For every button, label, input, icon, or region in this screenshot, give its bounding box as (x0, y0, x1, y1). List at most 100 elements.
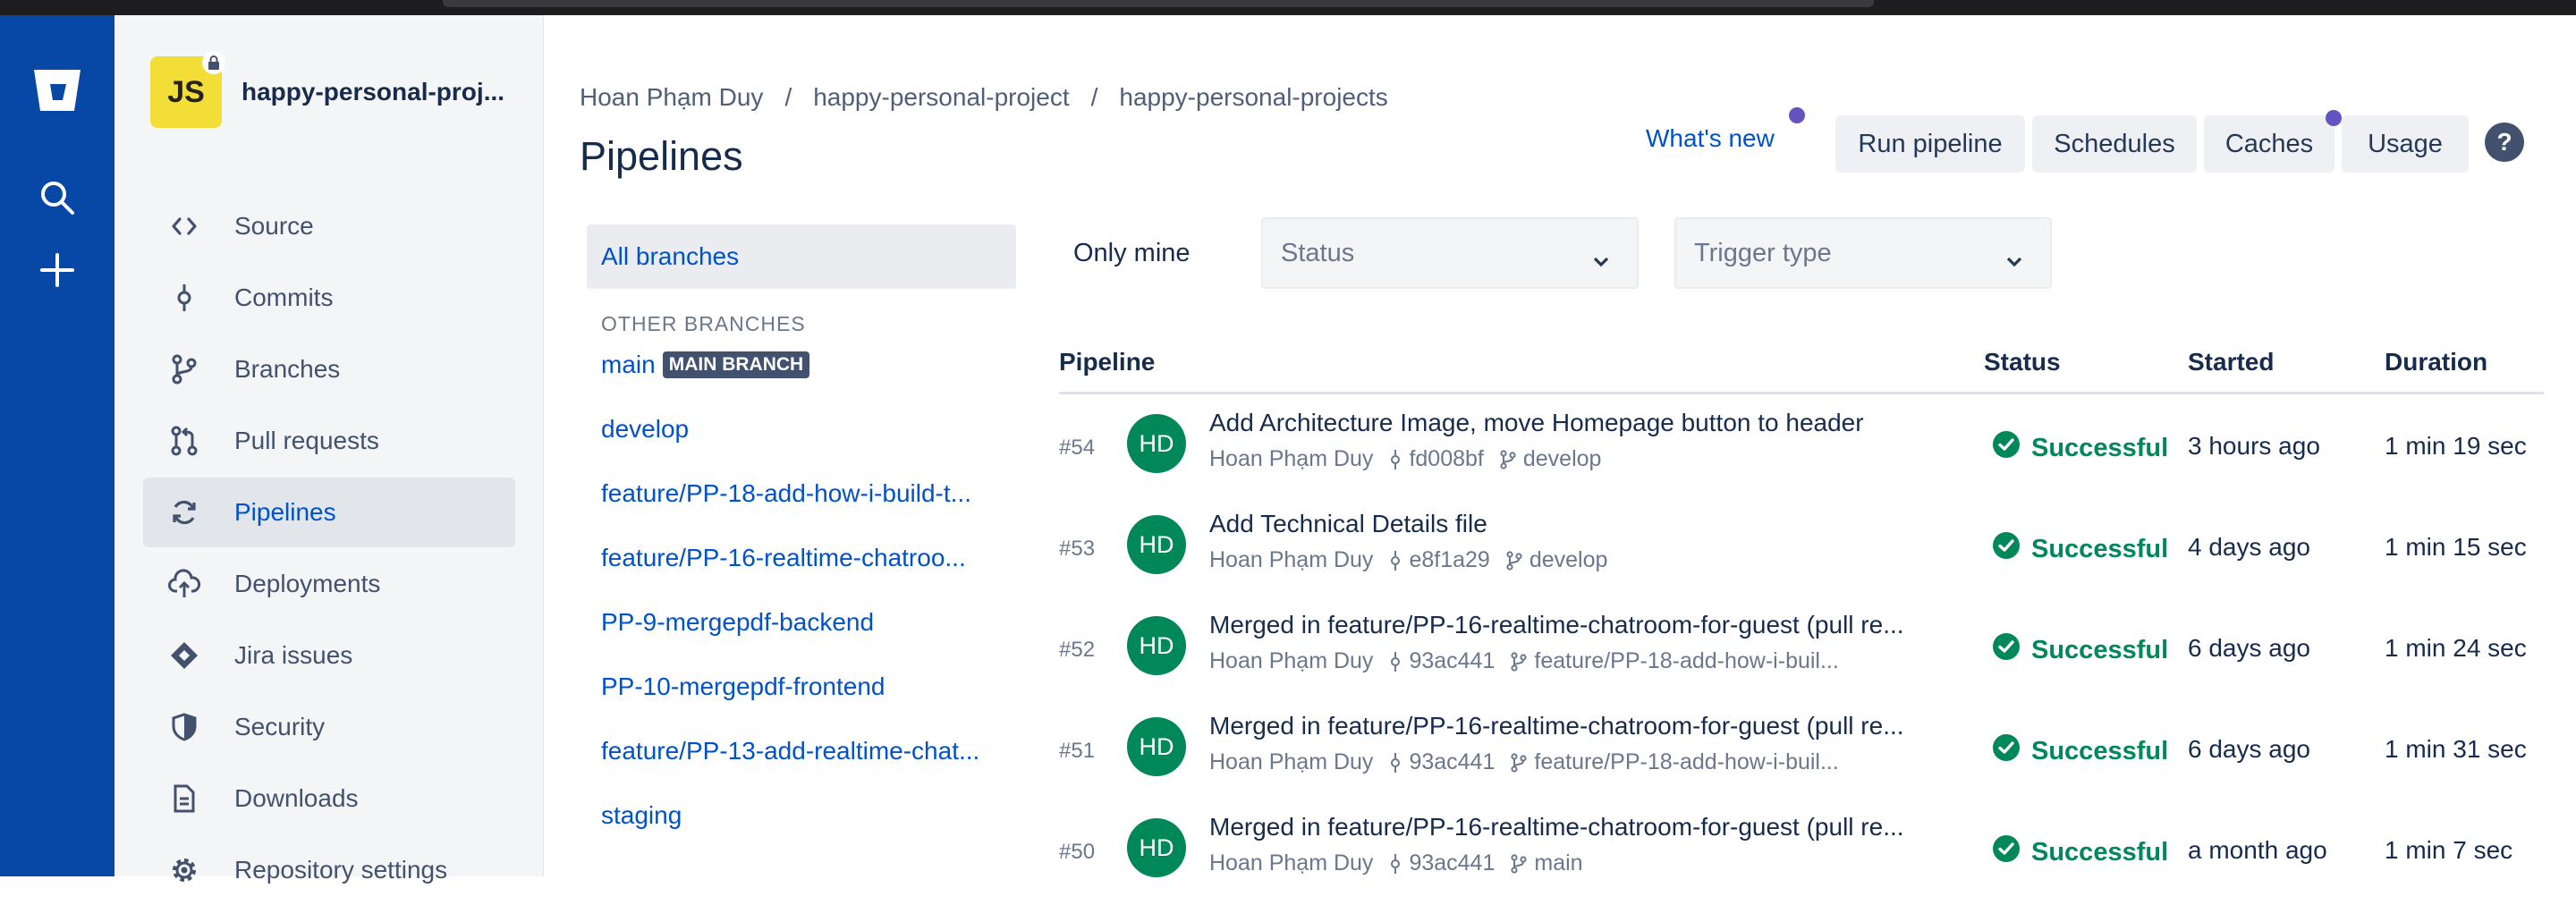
branch-item[interactable]: PP-10-mergepdf-frontend (601, 672, 1004, 701)
trigger-type-select[interactable]: Trigger type (1674, 217, 2052, 289)
pull-request-icon (163, 419, 206, 462)
branch-item[interactable]: staging (601, 801, 1004, 830)
branch-item[interactable]: PP-9-mergepdf-backend (601, 608, 1004, 637)
branch-icon (1506, 550, 1522, 571)
pipeline-row[interactable]: #54 HD Add Architecture Image, move Homepa… (1059, 396, 2544, 497)
duration-value: 1 min 24 sec (2385, 634, 2527, 662)
caches-button[interactable]: Caches (2204, 115, 2334, 173)
commit-hash[interactable]: 93ac441 (1409, 749, 1495, 775)
column-header-status: Status (1984, 348, 2061, 376)
pipeline-number[interactable]: #54 (1059, 436, 1095, 461)
column-header-duration: Duration (2385, 348, 2488, 376)
sidebar-item-label: Deployments (234, 570, 381, 597)
sidebar-item-source[interactable]: Source (143, 191, 515, 261)
status-label: Successful (2031, 635, 2169, 664)
commit-message[interactable]: Add Architecture Image, move Homepage bu… (1209, 409, 1961, 437)
sidebar-item-downloads[interactable]: Downloads (143, 764, 515, 833)
author-name: Hoan Phạm Duy (1209, 446, 1374, 471)
status-select-placeholder: Status (1281, 238, 1355, 267)
pipeline-number[interactable]: #50 (1059, 840, 1095, 865)
lock-icon (202, 51, 225, 74)
commit-hash[interactable]: 93ac441 (1409, 648, 1495, 674)
branch-icon (1500, 449, 1516, 469)
code-icon (163, 205, 206, 248)
plus-icon[interactable] (30, 243, 84, 297)
pipeline-number[interactable]: #51 (1059, 739, 1095, 764)
breadcrumb-item[interactable]: happy-personal-project (813, 83, 1069, 112)
branch-name[interactable]: develop (1530, 547, 1608, 573)
branch-name[interactable]: develop (1523, 446, 1602, 472)
whats-new-link[interactable]: What's new (1646, 124, 1775, 153)
branch-name[interactable]: feature/PP-18-add-how-i-buil... (1534, 749, 1838, 775)
pipelines-icon (163, 491, 206, 534)
check-circle-icon (1992, 733, 2021, 769)
branch-icon (1511, 651, 1527, 672)
commit-hash[interactable]: 93ac441 (1409, 850, 1495, 876)
branch-item[interactable]: develop (601, 415, 1004, 444)
breadcrumb-item[interactable]: happy-personal-projects (1119, 83, 1387, 112)
page-title: Pipelines (580, 133, 743, 179)
commit-hash[interactable]: e8f1a29 (1409, 547, 1489, 573)
commit-message[interactable]: Merged in feature/PP-16-realtime-chatroo… (1209, 712, 1961, 740)
sidebar-item-security[interactable]: Security (143, 692, 515, 762)
sidebar-item-label: Downloads (234, 784, 359, 812)
pipeline-number[interactable]: #53 (1059, 537, 1095, 562)
sidebar-item-commits[interactable]: Commits (143, 263, 515, 333)
pipeline-number[interactable]: #52 (1059, 638, 1095, 663)
sidebar-item-pipelines[interactable]: Pipelines (143, 478, 515, 547)
all-branches-item[interactable]: All branches (587, 224, 1016, 289)
sidebar-item-repository-settings[interactable]: Repository settings (143, 835, 515, 905)
status-badge: Successful (1992, 632, 2168, 668)
pipeline-row[interactable]: #53 HD Add Technical Details file Hoan Phạm… (1059, 497, 2544, 598)
window-notch (443, 0, 1874, 7)
run-pipeline-button[interactable]: Run pipeline (1835, 115, 2025, 173)
commit-message[interactable]: Add Technical Details file (1209, 510, 1961, 538)
avatar: HD (1127, 717, 1186, 776)
branch-item[interactable]: feature/PP-16-realtime-chatroo... (601, 544, 1004, 572)
author-name: Hoan Phạm Duy (1209, 547, 1374, 572)
pipeline-row[interactable]: #52 HD Merged in feature/PP-16-realtime-ch… (1059, 598, 2544, 699)
pipeline-meta: Hoan Phạm Duy 93ac441 main (1209, 850, 1583, 876)
sidebar-item-jira-issues[interactable]: Jira issues (143, 621, 515, 690)
pipeline-row[interactable]: #50 HD Merged in feature/PP-16-realtime-ch… (1059, 800, 2544, 901)
check-circle-icon (1992, 430, 2021, 466)
branch-item-main[interactable]: main MAIN BRANCH (601, 351, 1004, 379)
branch-filter-panel: All branches OTHER BRANCHES main MAIN BRA… (587, 224, 1016, 873)
search-icon[interactable] (30, 171, 84, 224)
pipeline-meta: Hoan Phạm Duy 93ac441 feature/PP-18-add-ho… (1209, 749, 1839, 775)
branch-item[interactable]: feature/PP-13-add-realtime-chat... (601, 737, 1004, 765)
status-label: Successful (2031, 433, 2169, 462)
branch-name[interactable]: feature/PP-18-add-how-i-buil... (1534, 648, 1838, 674)
bitbucket-logo-icon[interactable] (30, 64, 84, 118)
usage-button[interactable]: Usage (2342, 115, 2469, 173)
repo-header[interactable]: JS happy-personal-proj... (150, 51, 519, 128)
sidebar-item-pull-requests[interactable]: Pull requests (143, 406, 515, 476)
project-sidebar: JS happy-personal-proj... Source Commits… (114, 15, 544, 884)
schedules-button[interactable]: Schedules (2032, 115, 2197, 173)
sidebar-item-label: Pull requests (234, 427, 379, 454)
check-circle-icon (1992, 531, 2021, 567)
document-icon (163, 777, 206, 820)
duration-value: 1 min 31 sec (2385, 735, 2527, 763)
avatar: HD (1127, 515, 1186, 574)
cloud-upload-icon (163, 562, 206, 605)
status-badge: Successful (1992, 531, 2168, 567)
status-select[interactable]: Status (1261, 217, 1639, 289)
check-circle-icon (1992, 834, 2021, 870)
repo-name[interactable]: happy-personal-proj... (242, 78, 519, 106)
status-label: Successful (2031, 837, 2169, 867)
branch-name[interactable]: main (1534, 850, 1582, 876)
help-icon[interactable]: ? (2485, 123, 2524, 162)
branch-item[interactable]: feature/PP-18-add-how-i-build-t... (601, 479, 1004, 508)
pipeline-meta: Hoan Phạm Duy fd008bf develop (1209, 446, 1601, 472)
commit-hash[interactable]: fd008bf (1409, 446, 1483, 472)
commit-icon (1389, 651, 1402, 672)
author-name: Hoan Phạm Duy (1209, 749, 1374, 774)
commit-message[interactable]: Merged in feature/PP-16-realtime-chatroo… (1209, 813, 1961, 842)
sidebar-item-branches[interactable]: Branches (143, 334, 515, 404)
breadcrumb-item[interactable]: Hoan Phạm Duy (580, 83, 763, 112)
only-mine-toggle[interactable]: Only mine (1073, 239, 1191, 268)
commit-message[interactable]: Merged in feature/PP-16-realtime-chatroo… (1209, 611, 1961, 639)
pipeline-row[interactable]: #51 HD Merged in feature/PP-16-realtime-ch… (1059, 699, 2544, 800)
sidebar-item-deployments[interactable]: Deployments (143, 549, 515, 619)
